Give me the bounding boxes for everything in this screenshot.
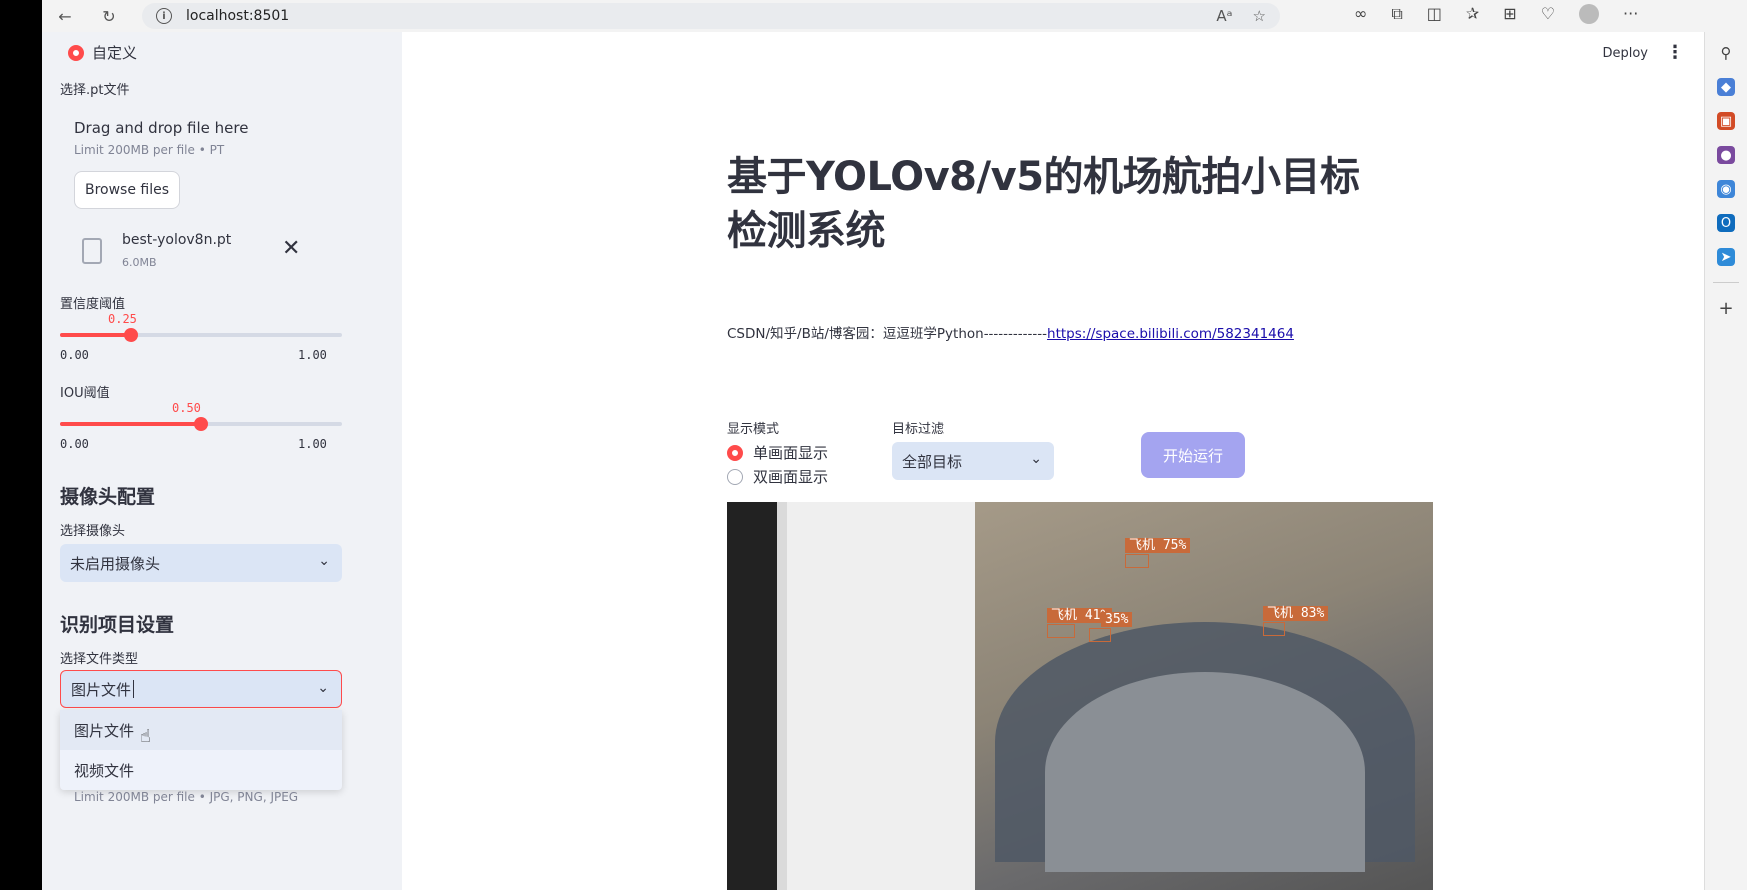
outlook-icon[interactable]: O bbox=[1717, 214, 1735, 232]
detection-box bbox=[1263, 622, 1285, 636]
confidence-slider-fill bbox=[60, 333, 131, 337]
target-filter-label: 目标过滤 bbox=[892, 422, 945, 437]
read-aloud-icon[interactable]: Aᵃ bbox=[1216, 7, 1232, 25]
confidence-max: 1.00 bbox=[298, 348, 327, 362]
detection-box bbox=[1047, 624, 1075, 638]
detection-image-view: 飞机 75% 飞机 41% 35% 飞机 83% bbox=[727, 502, 1433, 890]
address-bar[interactable]: i localhost:8501 Aᵃ ☆ bbox=[142, 3, 1280, 29]
file-type-select-value: 图片文件 bbox=[71, 680, 132, 699]
chevron-down-icon: ⌄ bbox=[1030, 451, 1042, 467]
target-filter-value: 全部目标 bbox=[902, 452, 963, 471]
main-menu-icon[interactable]: ⋮ bbox=[1666, 42, 1684, 63]
bilibili-link[interactable]: https://space.bilibili.com/582341464 bbox=[1047, 326, 1294, 342]
target-filter-select[interactable]: 全部目标 ⌄ bbox=[892, 442, 1054, 480]
radio-selected-icon bbox=[727, 444, 743, 461]
iou-min: 0.00 bbox=[60, 437, 89, 451]
credit-line: CSDN/知乎/B站/博客园：逗逗班学Python-------------ht… bbox=[727, 322, 1294, 342]
dual-view-radio[interactable]: 双画面显示 bbox=[727, 466, 828, 487]
camera-select-label: 选择摄像头 bbox=[60, 524, 126, 539]
tag-icon[interactable]: ◆ bbox=[1717, 78, 1735, 96]
people-icon[interactable]: ● bbox=[1717, 146, 1735, 164]
remove-file-close-icon[interactable]: ✕ bbox=[282, 236, 300, 261]
sidebar: 自定义 选择.pt文件 Drag and drop file here Limi… bbox=[42, 32, 402, 890]
streamlit-page: 自定义 选择.pt文件 Drag and drop file here Limi… bbox=[42, 32, 1704, 890]
file-type-dropdown: 图片文件 视频文件 bbox=[60, 710, 342, 790]
start-run-button[interactable]: 开始运行 bbox=[1141, 432, 1245, 478]
briefcase-icon[interactable]: ▣ bbox=[1717, 112, 1735, 130]
deploy-button[interactable]: Deploy bbox=[1602, 46, 1648, 61]
iou-slider[interactable] bbox=[60, 417, 342, 431]
confidence-slider[interactable] bbox=[60, 328, 342, 342]
radio-selected-icon bbox=[68, 44, 84, 61]
single-view-radio[interactable]: 单画面显示 bbox=[727, 442, 828, 463]
chevron-down-icon: ⌄ bbox=[318, 553, 330, 569]
model-file-label: 选择.pt文件 bbox=[60, 83, 130, 98]
browse-files-button[interactable]: Browse files bbox=[74, 171, 180, 209]
uploader-limit: Limit 200MB per file • PT bbox=[74, 143, 225, 157]
divider bbox=[1713, 282, 1739, 283]
camera-select-value: 未启用摄像头 bbox=[70, 554, 161, 573]
favorite-star-icon[interactable]: ☆ bbox=[1253, 7, 1266, 25]
uploader-title[interactable]: Drag and drop file here bbox=[74, 119, 248, 137]
site-info-icon[interactable]: i bbox=[156, 8, 172, 24]
dropdown-option-video[interactable]: 视频文件 bbox=[60, 750, 342, 790]
iou-slider-fill bbox=[60, 422, 201, 426]
detection-box bbox=[1125, 554, 1149, 568]
collections-icon[interactable]: ⊞ bbox=[1503, 4, 1516, 24]
detection-label: 飞机 83% bbox=[1263, 606, 1329, 621]
uploaded-file-size: 6.0MB bbox=[122, 256, 157, 269]
camera-select[interactable]: 未启用摄像头 ⌄ bbox=[60, 544, 342, 582]
file-icon bbox=[82, 238, 102, 264]
detection-label: 35% bbox=[1101, 612, 1133, 627]
display-mode-label: 显示模式 bbox=[727, 422, 780, 437]
page-title: 基于YOLOv8/v5的机场航拍小目标检测系统 bbox=[727, 154, 1360, 254]
file-type-footer: Limit 200MB per file • JPG, PNG, JPEG bbox=[74, 790, 299, 804]
add-icon[interactable]: + bbox=[1717, 298, 1735, 319]
dual-view-label: 双画面显示 bbox=[753, 468, 829, 486]
recognition-section-heading: 识别项目设置 bbox=[60, 614, 175, 636]
search-icon[interactable]: ⚲ bbox=[1717, 44, 1735, 62]
detection-box bbox=[1089, 628, 1111, 642]
chevron-down-icon: ⌄ bbox=[317, 680, 329, 696]
infinity-icon[interactable]: ∞ bbox=[1354, 4, 1367, 24]
file-type-label: 选择文件类型 bbox=[60, 652, 139, 667]
iou-value: 0.50 bbox=[172, 401, 201, 415]
detection-label: 飞机 75% bbox=[1125, 538, 1191, 553]
uploaded-file-name: best-yolov8n.pt bbox=[122, 232, 232, 248]
radio-unselected-icon bbox=[727, 468, 743, 485]
custom-mode-radio[interactable]: 自定义 bbox=[68, 42, 137, 63]
extensions-icon[interactable]: ⧉ bbox=[1391, 4, 1402, 24]
refresh-icon[interactable]: ↻ bbox=[94, 1, 124, 31]
main-content: Deploy ⋮ 基于YOLOv8/v5的机场航拍小目标检测系统 CSDN/知乎… bbox=[402, 32, 1704, 890]
image-left-region bbox=[727, 502, 975, 890]
browser-toolbar: ← ↻ i localhost:8501 Aᵃ ☆ ∞ ⧉ ◫ ✰ ⊞ ♡ ··… bbox=[42, 0, 1747, 32]
text-caret bbox=[133, 680, 135, 698]
terminal-roof-shape bbox=[1045, 672, 1365, 872]
dropdown-option-image[interactable]: 图片文件 bbox=[60, 710, 342, 750]
browser-essentials-icon[interactable]: ♡ bbox=[1541, 4, 1555, 24]
more-menu-icon[interactable]: ··· bbox=[1623, 4, 1638, 24]
confidence-value: 0.25 bbox=[108, 312, 137, 326]
custom-mode-label: 自定义 bbox=[92, 44, 138, 62]
profile-avatar[interactable] bbox=[1579, 4, 1600, 24]
iou-slider-thumb[interactable] bbox=[194, 417, 208, 431]
split-screen-icon[interactable]: ◫ bbox=[1427, 4, 1442, 24]
iou-label: IOU阈值 bbox=[60, 386, 110, 401]
credit-text: CSDN/知乎/B站/博客园：逗逗班学Python------------- bbox=[727, 326, 1048, 342]
favorites-icon[interactable]: ✰ bbox=[1466, 4, 1479, 24]
mouse-pointer-icon: ☝ bbox=[140, 726, 151, 747]
iou-max: 1.00 bbox=[298, 437, 327, 451]
back-icon[interactable]: ← bbox=[50, 1, 80, 31]
confidence-min: 0.00 bbox=[60, 348, 89, 362]
url-text: localhost:8501 bbox=[186, 8, 290, 24]
single-view-label: 单画面显示 bbox=[753, 444, 829, 462]
aerial-airport-image bbox=[975, 502, 1433, 890]
file-type-select[interactable]: 图片文件 ⌄ bbox=[60, 670, 342, 708]
send-icon[interactable]: ➤ bbox=[1717, 248, 1735, 266]
copilot-icon[interactable]: ◉ bbox=[1717, 180, 1735, 198]
camera-section-heading: 摄像头配置 bbox=[60, 486, 156, 508]
confidence-label: 置信度阈值 bbox=[60, 297, 126, 312]
confidence-slider-thumb[interactable] bbox=[123, 328, 138, 342]
edge-sidebar: ⚲ ◆ ▣ ● ◉ O ➤ + bbox=[1704, 32, 1747, 890]
